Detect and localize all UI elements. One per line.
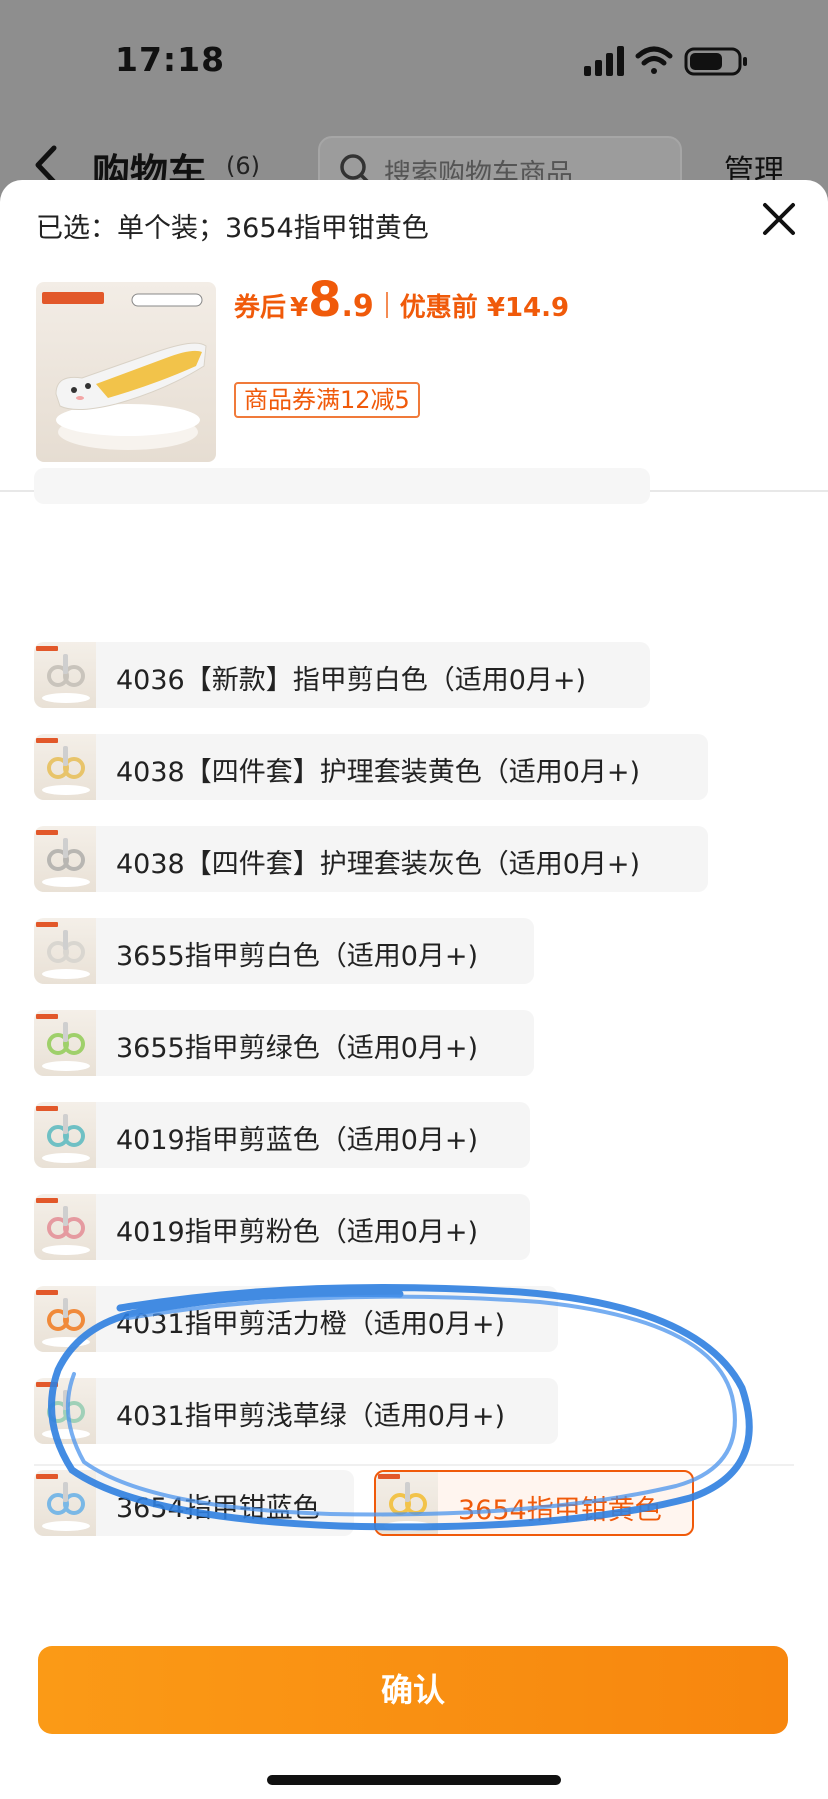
original-price: 优惠前 ¥14.9 [399,293,570,323]
currency-symbol: ¥ [290,293,309,323]
sku-option-thumbnail [34,1102,96,1168]
sku-option-label: 3654指甲钳蓝色 [116,1493,320,1524]
sku-option-label: 4019指甲剪粉色（适用0月+) [116,1217,479,1248]
sku-option-label: 3654指甲钳黄色 [458,1495,662,1526]
sku-option-label: 4031指甲剪浅草绿（适用0月+) [116,1401,506,1432]
product-image[interactable] [36,282,216,462]
sku-option-thumbnail [34,1194,96,1260]
sku-option[interactable]: 4019指甲剪蓝色（适用0月+) [34,1102,530,1168]
status-icons [584,46,747,76]
sku-option-thumbnail [376,1472,438,1534]
sku-option[interactable]: 3654指甲钳蓝色 [34,1470,354,1536]
sku-option-thumbnail [34,1010,96,1076]
sku-option[interactable]: 3655指甲剪白色（适用0月+) [34,918,534,984]
sku-option-label: 4019指甲剪蓝色（适用0月+) [116,1125,479,1156]
coupon-badge: 商品券满12减5 [234,382,420,418]
sku-option-list: 4036【新款】指甲剪白色（适用0月+) 4038【四件套】护理套装黄色（适用0月… [0,468,828,1536]
status-time: 17:18 [115,40,226,79]
sku-option[interactable]: 4038【四件套】护理套装灰色（适用0月+) [34,826,708,892]
sku-option[interactable]: 4031指甲剪浅草绿（适用0月+) [34,1378,558,1444]
sku-option[interactable]: 4038【四件套】护理套装黄色（适用0月+) [34,734,708,800]
signal-icon [584,46,624,76]
divider [34,1464,794,1466]
sku-option-label: 3655指甲剪绿色（适用0月+) [116,1033,479,1064]
nail-clipper-yellow-image [42,292,207,450]
cart-count: (6) [226,152,260,180]
close-icon[interactable] [760,200,798,238]
sku-option-thumbnail [34,642,96,708]
after-coupon-label: 券后 [234,293,287,323]
sku-option-label: 4038【四件套】护理套装黄色（适用0月+) [116,757,641,788]
battery-icon [684,47,747,76]
sku-option-partial[interactable] [34,468,650,504]
confirm-button[interactable]: 确认 [38,1646,788,1734]
price-separator [385,292,388,318]
sku-option-thumbnail [34,1378,96,1444]
sku-option-thumbnail [34,1286,96,1352]
price-integer: 8 [308,272,342,328]
price-line: 券后 ¥8.9 优惠前 ¥14.9 [234,272,569,332]
selected-sku-text: 已选：单个装；3654指甲钳黄色 [36,213,429,244]
sku-option-label: 4031指甲剪活力橙（适用0月+) [116,1309,506,1340]
home-indicator [267,1775,561,1785]
sku-option-thumbnail [34,1470,96,1536]
sku-option[interactable]: 3654指甲钳黄色 [374,1470,694,1536]
sku-selection-sheet: 已选：单个装；3654指甲钳黄色 券后 ¥8.9 优惠前 ¥14.9 商品券满12减… [0,180,828,1799]
sku-option-label: 3655指甲剪白色（适用0月+) [116,941,479,972]
price-decimal: .9 [341,289,374,324]
sku-option-thumbnail [34,826,96,892]
sku-option-thumbnail [34,734,96,800]
sku-option[interactable]: 4019指甲剪粉色（适用0月+) [34,1194,530,1260]
sku-option[interactable]: 4031指甲剪活力橙（适用0月+) [34,1286,558,1352]
sku-option[interactable]: 3655指甲剪绿色（适用0月+) [34,1010,534,1076]
status-bar: 17:18 [0,0,828,120]
sku-option[interactable]: 4036【新款】指甲剪白色（适用0月+) [34,642,650,708]
wifi-icon [635,46,673,74]
sku-option-label: 4036【新款】指甲剪白色（适用0月+) [116,665,587,696]
sku-option-label: 4038【四件套】护理套装灰色（适用0月+) [116,849,641,880]
sku-option-thumbnail [34,918,96,984]
